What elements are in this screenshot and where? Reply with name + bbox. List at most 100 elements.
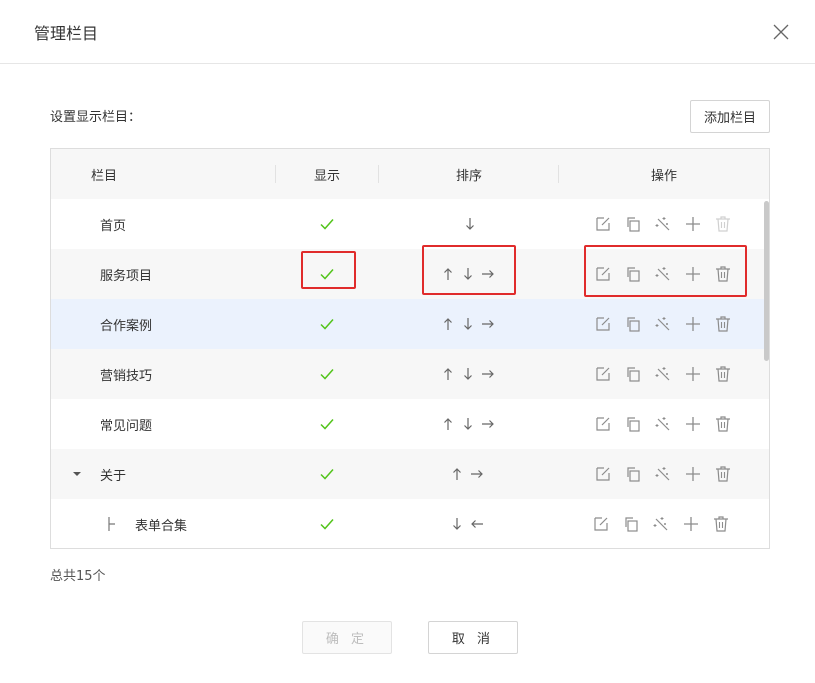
row-name: 常见问题 bbox=[100, 418, 153, 434]
total-count: 总共15个 bbox=[50, 569, 106, 584]
wand-icon[interactable] bbox=[652, 363, 674, 385]
table-row[interactable]: 合作案例 bbox=[51, 299, 769, 349]
plus-icon[interactable] bbox=[680, 513, 702, 535]
check-icon[interactable] bbox=[319, 366, 335, 382]
header-show: 显示 bbox=[314, 168, 341, 184]
arrow-down-icon[interactable] bbox=[462, 417, 474, 431]
copy-icon[interactable] bbox=[622, 363, 644, 385]
copy-icon[interactable] bbox=[622, 463, 644, 485]
copy-icon[interactable] bbox=[622, 213, 644, 235]
table-row[interactable]: 关于 bbox=[51, 449, 769, 499]
table-header: 栏目 显示 排序 操作 bbox=[51, 149, 769, 199]
row-operations bbox=[592, 349, 742, 399]
table-row[interactable]: 营销技巧 bbox=[51, 349, 769, 399]
manage-columns-dialog: 管理栏目 设置显示栏目： 添加栏目 栏目 显示 排序 操作 首页服务项目合作案例… bbox=[0, 0, 815, 683]
table-row[interactable]: 表单合集 bbox=[51, 499, 769, 548]
edit-icon[interactable] bbox=[592, 363, 614, 385]
header-name: 栏目 bbox=[91, 168, 118, 184]
copy-icon[interactable] bbox=[620, 513, 642, 535]
wand-icon[interactable] bbox=[652, 313, 674, 335]
edit-icon[interactable] bbox=[592, 313, 614, 335]
row-operations bbox=[592, 249, 742, 299]
wand-icon[interactable] bbox=[652, 463, 674, 485]
sort-controls bbox=[464, 199, 484, 249]
trash-icon[interactable] bbox=[712, 413, 734, 435]
edit-icon[interactable] bbox=[592, 413, 614, 435]
edit-icon[interactable] bbox=[592, 463, 614, 485]
tree-branch-icon bbox=[108, 517, 115, 531]
plus-icon[interactable] bbox=[682, 313, 704, 335]
check-icon[interactable] bbox=[319, 466, 335, 482]
edit-icon[interactable] bbox=[590, 513, 612, 535]
add-column-button[interactable]: 添加栏目 bbox=[690, 100, 770, 133]
wand-icon[interactable] bbox=[650, 513, 672, 535]
row-name: 关于 bbox=[100, 468, 127, 484]
check-icon[interactable] bbox=[319, 516, 335, 532]
trash-icon[interactable] bbox=[712, 363, 734, 385]
trash-icon[interactable] bbox=[712, 263, 734, 285]
check-icon[interactable] bbox=[319, 266, 335, 282]
trash-icon[interactable] bbox=[710, 513, 732, 535]
cancel-button[interactable]: 取 消 bbox=[428, 621, 518, 654]
arrow-right-icon[interactable] bbox=[482, 317, 494, 331]
trash-icon[interactable] bbox=[712, 213, 734, 235]
header-sort: 排序 bbox=[456, 168, 483, 184]
table-row[interactable]: 首页 bbox=[51, 199, 769, 249]
wand-icon[interactable] bbox=[652, 213, 674, 235]
dialog-header: 管理栏目 bbox=[0, 0, 815, 64]
arrow-up-icon[interactable] bbox=[442, 317, 454, 331]
row-name: 表单合集 bbox=[135, 518, 188, 534]
arrow-left-icon[interactable] bbox=[471, 517, 483, 531]
arrow-down-icon[interactable] bbox=[451, 517, 463, 531]
edit-icon[interactable] bbox=[592, 263, 614, 285]
sort-controls bbox=[442, 399, 502, 449]
confirm-button[interactable]: 确 定 bbox=[302, 621, 392, 654]
close-button[interactable] bbox=[769, 20, 793, 44]
table-row[interactable]: 常见问题 bbox=[51, 399, 769, 449]
wand-icon[interactable] bbox=[652, 263, 674, 285]
table-row[interactable]: 服务项目 bbox=[51, 249, 769, 299]
sort-controls bbox=[442, 249, 502, 299]
columns-table: 栏目 显示 排序 操作 首页服务项目合作案例营销技巧常见问题关于表单合集 bbox=[50, 148, 770, 549]
wand-icon[interactable] bbox=[652, 413, 674, 435]
trash-icon[interactable] bbox=[712, 463, 734, 485]
trash-icon[interactable] bbox=[712, 313, 734, 335]
caret-down-icon[interactable] bbox=[73, 470, 81, 478]
check-icon[interactable] bbox=[319, 416, 335, 432]
plus-icon[interactable] bbox=[682, 263, 704, 285]
sort-controls bbox=[442, 349, 502, 399]
sort-controls bbox=[451, 499, 491, 548]
edit-icon[interactable] bbox=[592, 213, 614, 235]
plus-icon[interactable] bbox=[682, 413, 704, 435]
check-icon[interactable] bbox=[319, 316, 335, 332]
arrow-up-icon[interactable] bbox=[451, 467, 463, 481]
copy-icon[interactable] bbox=[622, 413, 644, 435]
arrow-right-icon[interactable] bbox=[482, 417, 494, 431]
section-label: 设置显示栏目： bbox=[50, 110, 142, 125]
arrow-up-icon[interactable] bbox=[442, 417, 454, 431]
table-scrollbar[interactable] bbox=[764, 201, 769, 361]
plus-icon[interactable] bbox=[682, 213, 704, 235]
sort-controls bbox=[442, 299, 502, 349]
arrow-up-icon[interactable] bbox=[442, 367, 454, 381]
arrow-right-icon[interactable] bbox=[482, 367, 494, 381]
arrow-down-icon[interactable] bbox=[464, 217, 476, 231]
sort-controls bbox=[451, 449, 491, 499]
row-operations bbox=[590, 499, 740, 548]
arrow-down-icon[interactable] bbox=[462, 367, 474, 381]
arrow-down-icon[interactable] bbox=[462, 317, 474, 331]
header-divider bbox=[558, 165, 559, 183]
arrow-down-icon[interactable] bbox=[462, 267, 474, 281]
arrow-right-icon[interactable] bbox=[471, 467, 483, 481]
row-name: 合作案例 bbox=[100, 318, 153, 334]
arrow-up-icon[interactable] bbox=[442, 267, 454, 281]
plus-icon[interactable] bbox=[682, 463, 704, 485]
row-name: 首页 bbox=[100, 218, 127, 234]
header-divider bbox=[275, 165, 276, 183]
plus-icon[interactable] bbox=[682, 363, 704, 385]
check-icon[interactable] bbox=[319, 216, 335, 232]
copy-icon[interactable] bbox=[622, 263, 644, 285]
copy-icon[interactable] bbox=[622, 313, 644, 335]
row-operations bbox=[592, 299, 742, 349]
arrow-right-icon[interactable] bbox=[482, 267, 494, 281]
